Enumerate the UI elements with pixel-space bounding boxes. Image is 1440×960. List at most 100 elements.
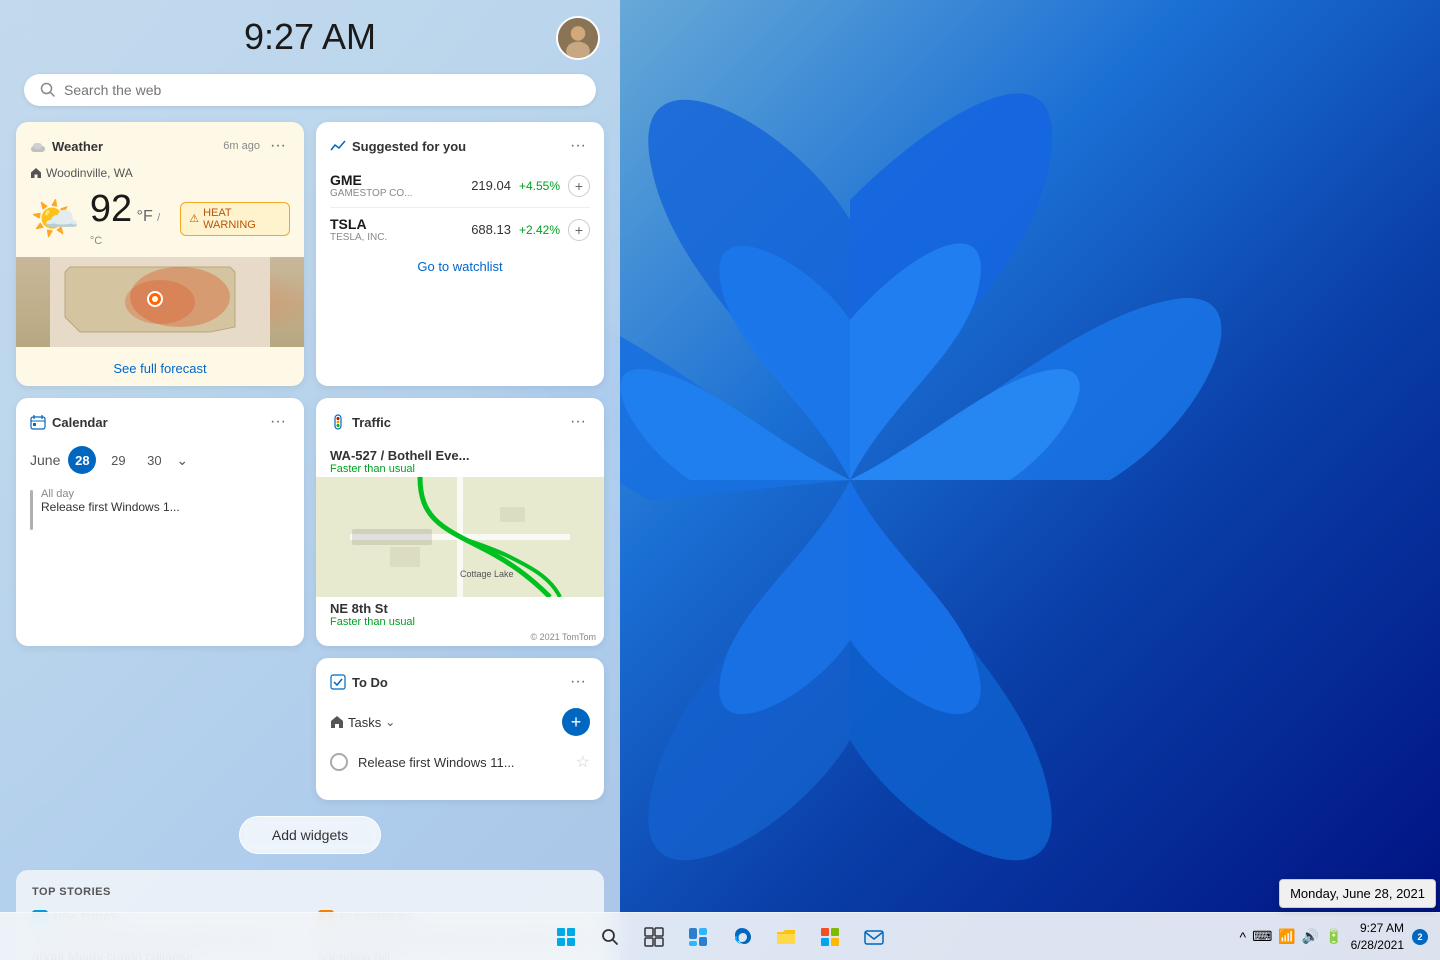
traffic-title: Traffic [330, 414, 391, 430]
todo-title: To Do [330, 674, 388, 690]
weather-forecast-link[interactable]: See full forecast [16, 351, 304, 386]
calendar-spacer [16, 658, 304, 800]
weather-widget: Weather 6m ago ··· Woodinville, WA 🌤️ 92… [16, 122, 304, 386]
file-explorer-button[interactable] [766, 917, 806, 957]
keyboard-icon[interactable]: ⌨ [1252, 928, 1272, 945]
add-widgets-button[interactable]: Add widgets [239, 816, 381, 854]
weather-location: Woodinville, WA [16, 166, 304, 184]
stock-add-tsla[interactable]: + [568, 219, 590, 241]
weather-map[interactable] [16, 257, 304, 347]
weather-map-svg [16, 257, 304, 347]
tasks-label: Tasks ⌄ [330, 715, 395, 730]
folder-icon [775, 926, 797, 948]
weather-main: 🌤️ 92 °F / °C ⚠ HEAT WARNING [16, 184, 304, 253]
windows-logo-icon [557, 928, 575, 946]
store-icon [819, 926, 841, 948]
weather-title: Weather [30, 138, 103, 154]
edge-icon [731, 926, 753, 948]
stocks-widget: Suggested for you ··· GME GAMESTOP CO...… [316, 122, 604, 386]
widgets-icon [688, 927, 708, 947]
taskbar-center [546, 917, 894, 957]
weather-more-button[interactable]: ··· [266, 134, 290, 158]
stock-row-gme: GME GAMESTOP CO... 219.04 +4.55% + [316, 166, 604, 205]
stocks-icon [330, 138, 346, 154]
mail-button[interactable] [854, 917, 894, 957]
stock-row-tsla: TSLA TESLA, INC. 688.13 +2.42% + [316, 210, 604, 249]
todo-widget: To Do ··· Tasks ⌄ + Release first Window… [316, 658, 604, 800]
task-star-icon[interactable]: ☆ [576, 752, 590, 772]
stocks-more-button[interactable]: ··· [566, 134, 590, 158]
weather-meta: 6m ago ··· [223, 134, 290, 158]
task-view-button[interactable] [634, 917, 674, 957]
traffic-more-button[interactable]: ··· [566, 410, 590, 434]
calendar-title: Calendar [30, 414, 108, 430]
battery-icon[interactable]: 🔋 [1325, 928, 1342, 945]
warning-icon: ⚠ [189, 212, 199, 225]
traffic-route-2: NE 8th St Faster than usual [316, 597, 604, 630]
watchlist-link[interactable]: Go to watchlist [316, 249, 604, 284]
calendar-nav: June 28 29 30 ⌄ [16, 442, 304, 482]
todo-header: To Do ··· [316, 658, 604, 702]
tasks-header: Tasks ⌄ + [316, 702, 604, 744]
search-input[interactable] [64, 82, 580, 98]
traffic-map-svg: Cottage Lake [316, 477, 604, 597]
cal-day-30[interactable]: 30 [140, 446, 168, 474]
calendar-header: Calendar ··· [16, 398, 304, 442]
tasks-chevron-icon[interactable]: ⌄ [385, 715, 395, 729]
taskbar: ^ ⌨ 📶 🔊 🔋 9:27 AM 6/28/2021 2 Monday, Ju… [0, 912, 1440, 960]
tasks-add-button[interactable]: + [562, 708, 590, 736]
todo-more-button[interactable]: ··· [566, 670, 590, 694]
task-view-icon [644, 927, 664, 947]
chevron-up-icon[interactable]: ^ [1240, 929, 1247, 945]
cal-day-29[interactable]: 29 [104, 446, 132, 474]
wifi-icon[interactable]: 📶 [1278, 928, 1295, 945]
cal-day-28[interactable]: 28 [68, 446, 96, 474]
home-icon [30, 167, 42, 179]
search-bar[interactable] [24, 74, 596, 106]
taskbar-search-button[interactable] [590, 917, 630, 957]
widgets-button[interactable] [678, 917, 718, 957]
taskbar-clock[interactable]: 9:27 AM 6/28/2021 [1351, 920, 1404, 954]
stock-info-tsla: TSLA TESLA, INC. [330, 216, 463, 243]
date-tooltip: Monday, June 28, 2021 [1279, 879, 1436, 908]
task-item: Release first Windows 11... ☆ [316, 744, 604, 780]
stocks-divider [330, 207, 590, 208]
mail-icon [863, 926, 885, 948]
stock-add-gme[interactable]: + [568, 175, 590, 197]
weather-map-visual [16, 257, 304, 347]
clock-time: 9:27 AM [1351, 920, 1404, 937]
profile-avatar[interactable] [556, 16, 600, 60]
calendar-more-button[interactable]: ··· [266, 410, 290, 434]
tasks-home-icon [330, 715, 344, 729]
calendar-icon [30, 414, 46, 430]
traffic-icon [330, 414, 346, 430]
notification-badge[interactable]: 2 [1412, 929, 1428, 945]
avatar-image [558, 18, 598, 58]
sun-icon: 🌤️ [30, 195, 80, 242]
stocks-title: Suggested for you [330, 138, 466, 154]
tomtom-credit: © 2021 TomTom [316, 630, 604, 646]
traffic-map[interactable]: Cottage Lake [316, 477, 604, 597]
edge-browser-button[interactable] [722, 917, 762, 957]
traffic-route-1: WA-527 / Bothell Eve... Faster than usua… [316, 442, 604, 477]
temp-celsius[interactable]: °C [90, 235, 102, 247]
calendar-event: All day Release first Windows 1... [16, 482, 304, 536]
calendar-widget: Calendar ··· June 28 29 30 ⌄ All day Rel… [16, 398, 304, 646]
top-stories-header: TOP STORIES [32, 886, 588, 898]
calendar-chevron-icon[interactable]: ⌄ [176, 452, 188, 469]
stock-info-gme: GME GAMESTOP CO... [330, 172, 463, 199]
clock-date: 6/28/2021 [1351, 937, 1404, 954]
weather-temp: 92 °F / °C [90, 188, 170, 249]
widgets-grid: Weather 6m ago ··· Woodinville, WA 🌤️ 92… [0, 122, 620, 800]
search-icon [40, 82, 56, 98]
microsoft-store-button[interactable] [810, 917, 850, 957]
traffic-header: Traffic ··· [316, 398, 604, 442]
task-checkbox[interactable] [330, 753, 348, 771]
system-tray: ^ ⌨ 📶 🔊 🔋 [1240, 928, 1343, 945]
stocks-header: Suggested for you ··· [316, 122, 604, 166]
todo-icon [330, 674, 346, 690]
volume-icon[interactable]: 🔊 [1302, 928, 1319, 945]
taskbar-search-icon [601, 928, 619, 946]
start-button[interactable] [546, 917, 586, 957]
weather-header: Weather 6m ago ··· [16, 122, 304, 166]
